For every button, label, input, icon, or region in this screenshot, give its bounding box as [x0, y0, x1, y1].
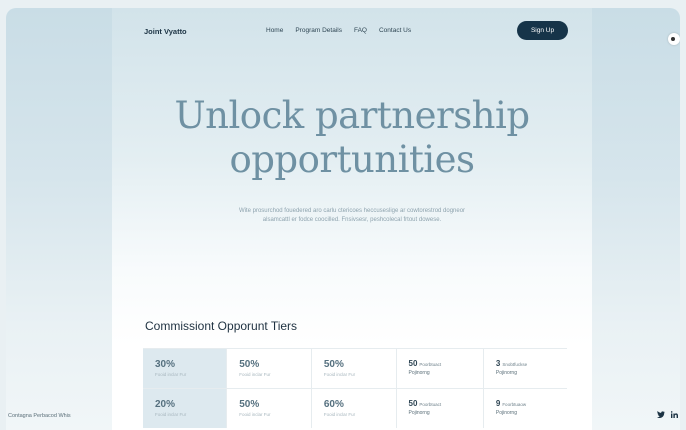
tiers-table: 30% Fooid inclar Fur 50% Fooid inclar Fu…: [143, 348, 567, 428]
footer-text: Contagna Perbacod Whis: [8, 413, 71, 419]
hero-subtitle: Wite prosurchod fouedered aro carlu cter…: [238, 208, 466, 223]
tier-cell: 30% Fooid inclar Fur: [143, 348, 227, 389]
tier-cell: 3 Snobtfuckse Pojinorng: [482, 348, 567, 389]
tier-count: 3 Snobtfuckse: [496, 359, 567, 368]
nav-contact[interactable]: Contact Us: [379, 27, 411, 34]
hero-title-line1: Unlock partnership: [174, 94, 530, 137]
tier-caption: Fooid inclar Fur: [323, 372, 356, 377]
scroll-dot-icon[interactable]: [668, 33, 680, 45]
tier-value: 20%: [155, 399, 176, 410]
brand-logo[interactable]: Joint Vyatto: [144, 27, 187, 36]
tier-value: 50%: [323, 359, 344, 370]
tier-count-unit: Foorbtuaow: [502, 402, 527, 407]
nav-program-details[interactable]: Program Details: [295, 27, 342, 34]
hero-title-line2: opportunities: [229, 138, 475, 181]
tier-count-value: 9: [495, 399, 501, 408]
tier-count-unit: Poorbtuact: [419, 402, 442, 407]
tier-caption: Fooid inclar Fur: [155, 372, 187, 377]
tier-count: 50 Poorbtuact: [409, 359, 483, 368]
nav-faq[interactable]: FAQ: [354, 27, 367, 34]
tier-value: 50%: [239, 399, 260, 410]
tier-value: 60%: [323, 399, 344, 410]
tier-value: 30%: [155, 359, 176, 370]
tier-caption: Fooid inclar Fur: [323, 412, 356, 417]
tier-cell: 50 Poorbtuact Pojinorng: [395, 388, 484, 428]
linkedin-icon[interactable]: [670, 411, 678, 420]
tier-caption: Fooid inclar Fur: [239, 372, 271, 377]
tier-caption: Pojinorng: [408, 370, 430, 376]
tier-count-value: 3: [495, 359, 501, 368]
tier-count: 9 Foorbtuaow: [496, 399, 567, 408]
tier-caption: Pojinorng: [495, 370, 517, 376]
tier-cell: 60% Fooid inclar Fur: [310, 388, 397, 428]
tier-caption: Fooid inclar Fur: [239, 412, 271, 417]
table-row: 20% Fooid inclar Fur 50% Fooid inclar Fu…: [143, 388, 567, 428]
tier-cell: 50% Fooid inclar Fur: [226, 348, 312, 389]
tier-count-value: 50: [408, 399, 418, 408]
tier-caption: Pojinorng: [495, 410, 517, 416]
table-row: 30% Fooid inclar Fur 50% Fooid inclar Fu…: [143, 348, 567, 389]
tier-cell: 20% Fooid inclar Fur: [143, 388, 227, 428]
tier-cell: 50 Poorbtuact Pojinorng: [395, 348, 484, 389]
signup-button[interactable]: Sign Up: [517, 21, 568, 40]
tier-count-value: 50: [408, 359, 418, 368]
tier-cell: 50% Fooid inclar Fur: [226, 388, 312, 428]
tier-count-unit: Snobtfuckse: [502, 362, 528, 367]
footer-social: [657, 411, 678, 420]
hero-title: Unlock partnership opportunities: [112, 94, 592, 182]
nav-links: Home Program Details FAQ Contact Us: [266, 27, 411, 34]
tiers-title: Commissiont Opporunt Tiers: [145, 319, 298, 333]
tier-count-unit: Poorbtuact: [419, 362, 442, 367]
nav-home[interactable]: Home: [266, 27, 283, 34]
tier-caption: Pojinorng: [408, 410, 430, 416]
tier-cell: 50% Fooid inclar Fur: [310, 348, 397, 389]
tier-caption: Fooid inclar Fur: [155, 412, 187, 417]
tier-count: 50 Poorbtuact: [409, 399, 483, 408]
tier-cell: 9 Foorbtuaow Pojinorng: [482, 388, 567, 428]
twitter-icon[interactable]: [657, 411, 665, 420]
tier-value: 50%: [239, 359, 260, 370]
